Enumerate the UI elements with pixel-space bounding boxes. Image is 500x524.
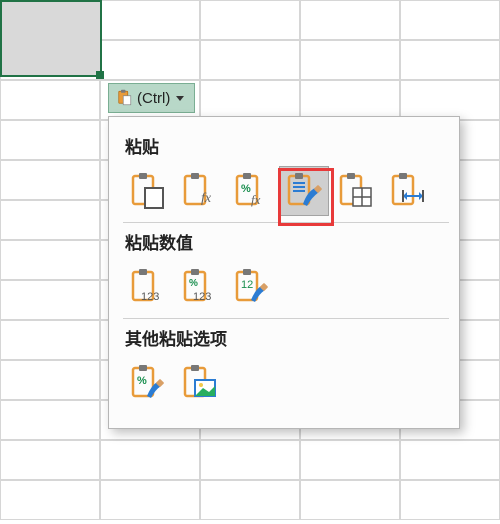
svg-text:fx: fx (201, 191, 212, 206)
svg-text:123: 123 (193, 291, 211, 303)
clipboard-percent-brush-icon: % (129, 364, 167, 402)
divider (123, 222, 449, 223)
svg-text:123: 123 (141, 291, 159, 303)
paste-formatting-button[interactable]: % (123, 358, 173, 408)
clipboard-12-brush-icon: 12 (233, 268, 271, 306)
paste-keep-source-formatting-button[interactable] (279, 166, 329, 216)
clipboard-paste-icon (115, 89, 133, 107)
fill-handle[interactable] (96, 71, 104, 79)
paste-keep-source-column-widths-button[interactable] (383, 166, 433, 216)
section-other-title: 其他粘贴选项 (125, 325, 449, 350)
values-row: 123 % 123 12 (123, 262, 449, 312)
paste-as-picture-button[interactable] (175, 358, 225, 408)
clipboard-brush-icon (285, 172, 323, 210)
paste-row: fx % fx (123, 166, 449, 216)
paste-values-button[interactable]: 123 (123, 262, 173, 312)
clipboard-fx-icon: fx (181, 172, 219, 210)
paste-normal-button[interactable] (123, 166, 173, 216)
clipboard-picture-icon (181, 364, 219, 402)
svg-text:12: 12 (241, 279, 253, 291)
section-values-title: 粘贴数值 (125, 229, 449, 254)
divider (123, 318, 449, 319)
paste-formulas-number-formatting-button[interactable]: % fx (227, 166, 277, 216)
svg-text:%: % (189, 278, 198, 289)
paste-options-ctrl-button[interactable]: (Ctrl) (108, 83, 195, 113)
chevron-down-icon (176, 96, 184, 101)
selected-cell-range[interactable] (0, 0, 102, 77)
clipboard-icon (129, 172, 167, 210)
section-paste-title: 粘贴 (125, 133, 449, 158)
clipboard-width-icon (389, 172, 427, 210)
paste-values-number-formatting-button[interactable]: % 123 (175, 262, 225, 312)
svg-text:%: % (241, 183, 251, 195)
clipboard-percent-123-icon: % 123 (181, 268, 219, 306)
clipboard-123-icon: 123 (129, 268, 167, 306)
ctrl-label: (Ctrl) (137, 90, 170, 107)
paste-values-source-formatting-button[interactable]: 12 (227, 262, 277, 312)
svg-text:fx: fx (251, 192, 261, 207)
paste-formulas-button[interactable]: fx (175, 166, 225, 216)
svg-text:%: % (137, 375, 147, 387)
paste-no-borders-button[interactable] (331, 166, 381, 216)
other-row: % (123, 358, 449, 408)
clipboard-grid-icon (337, 172, 375, 210)
paste-options-panel: 粘贴 fx % fx (108, 116, 460, 429)
clipboard-percent-fx-icon: % fx (233, 172, 271, 210)
